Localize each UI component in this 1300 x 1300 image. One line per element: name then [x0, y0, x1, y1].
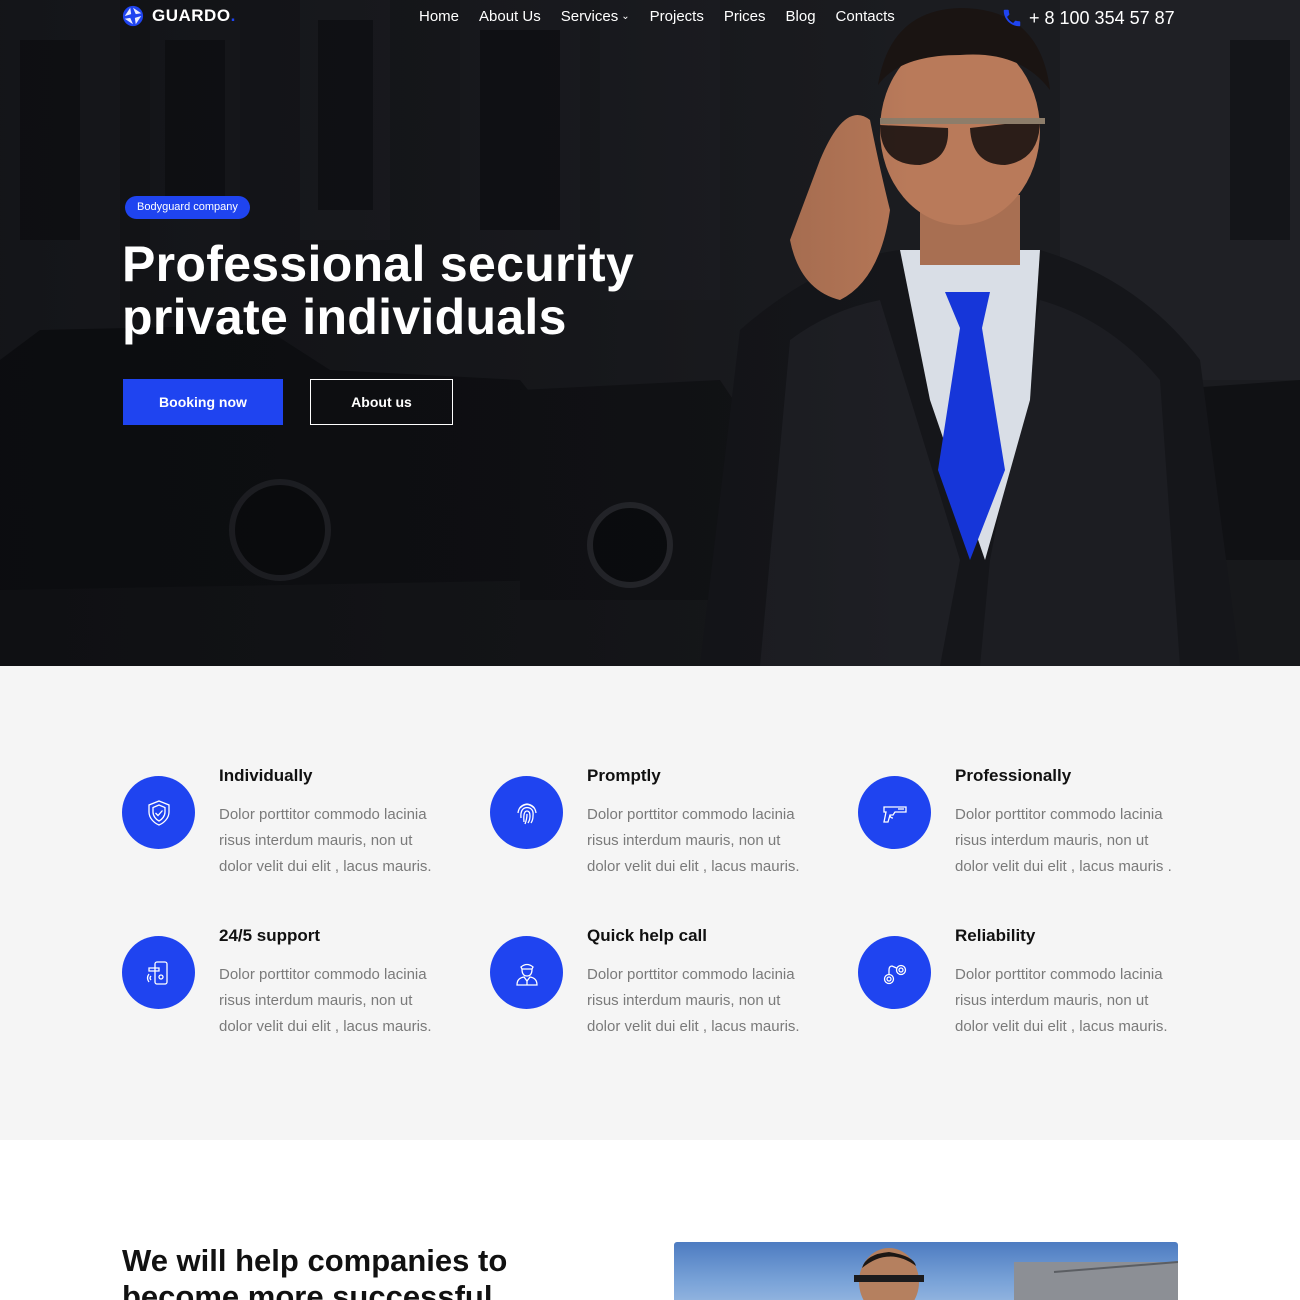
nav-item-about-us[interactable]: About Us [479, 8, 541, 25]
feature-description: Dolor porttitor commodo lacinia risus in… [587, 806, 800, 875]
about-us-button[interactable]: About us [310, 379, 453, 425]
nav-item-projects[interactable]: Projects [650, 8, 704, 25]
guard-icon [515, 963, 538, 986]
hero-title-line-2: private individuals [122, 289, 567, 345]
feature-title: 24/5 support [219, 926, 321, 945]
phone-number: + 8 100 354 57 87 [1029, 7, 1175, 28]
feature-description: Dolor porttitor commodo lacinia risus in… [955, 966, 1168, 1035]
feature-title: Reliability [955, 926, 1036, 945]
hero-badge: Bodyguard company [125, 196, 250, 219]
handcuffs-icon [883, 964, 906, 984]
guard-photo-image [854, 1248, 1178, 1300]
nav-item-services-label: Services [560, 8, 619, 25]
nav-item-prices[interactable]: Prices [724, 8, 766, 25]
feature-card: Promptly Dolor porttitor commodo lacinia… [490, 766, 830, 886]
feature-card: Quick help call Dolor porttitor commodo … [490, 926, 830, 1046]
hero-title-line-1: Professional security [122, 236, 635, 292]
logo-text: GUARDO [152, 6, 231, 25]
hero-section: GUARDO . Home About Us Services ⌄ Projec… [0, 0, 1300, 666]
feature-description: Dolor porttitor commodo lacinia risus in… [587, 966, 800, 1035]
feature-card: Reliability Dolor porttitor commodo laci… [858, 926, 1198, 1046]
pistol-icon [882, 805, 907, 823]
nav-item-home[interactable]: Home [419, 8, 459, 25]
main-nav: GUARDO . Home About Us Services ⌄ Projec… [0, 0, 1300, 36]
chevron-down-icon: ⌄ [621, 11, 630, 22]
logo[interactable]: GUARDO . [122, 5, 235, 27]
feature-title: Professionally [955, 766, 1072, 785]
feature-icon-badge [858, 776, 931, 849]
feature-title: Individually [219, 766, 313, 785]
logo-dot: . [230, 6, 236, 25]
feature-card: 24/5 support Dolor porttitor commodo lac… [122, 926, 462, 1046]
booking-now-button[interactable]: Booking now [123, 379, 283, 425]
feature-description: Dolor porttitor commodo lacinia risus in… [219, 806, 432, 875]
nav-item-contacts[interactable]: Contacts [836, 8, 895, 25]
door-lock-icon [146, 960, 168, 985]
feature-card: Individually Dolor porttitor commodo lac… [122, 766, 462, 886]
feature-icon-badge [122, 776, 195, 849]
feature-icon-badge [122, 936, 195, 1009]
feature-icon-badge [490, 776, 563, 849]
feature-description: Dolor porttitor commodo lacinia risus in… [219, 966, 432, 1035]
feature-description: Dolor porttitor commodo lacinia risus in… [955, 806, 1172, 875]
section-title: We will help companies to become more su… [122, 1243, 508, 1300]
features-section: Individually Dolor porttitor commodo lac… [0, 666, 1300, 1140]
feature-title: Promptly [587, 766, 661, 785]
shutter-logo-icon [122, 5, 144, 27]
phone-link[interactable]: + 8 100 354 57 87 [1001, 7, 1175, 29]
nav-item-services[interactable]: Services ⌄ [561, 8, 630, 25]
phone-icon [1003, 9, 1021, 27]
hero-title: Professional security private individual… [122, 238, 682, 344]
shield-icon [147, 799, 170, 826]
about-image [674, 1242, 1178, 1300]
nav-menu: Home About Us Services ⌄ Projects Prices… [419, 8, 915, 25]
about-section: We will help companies to become more su… [0, 1140, 1300, 1300]
nav-item-blog[interactable]: Blog [786, 8, 816, 25]
feature-icon-badge [490, 936, 563, 1009]
fingerprint-icon [516, 802, 537, 824]
feature-title: Quick help call [587, 926, 707, 945]
feature-icon-badge [858, 936, 931, 1009]
feature-card: Professionally Dolor porttitor commodo l… [858, 766, 1198, 886]
